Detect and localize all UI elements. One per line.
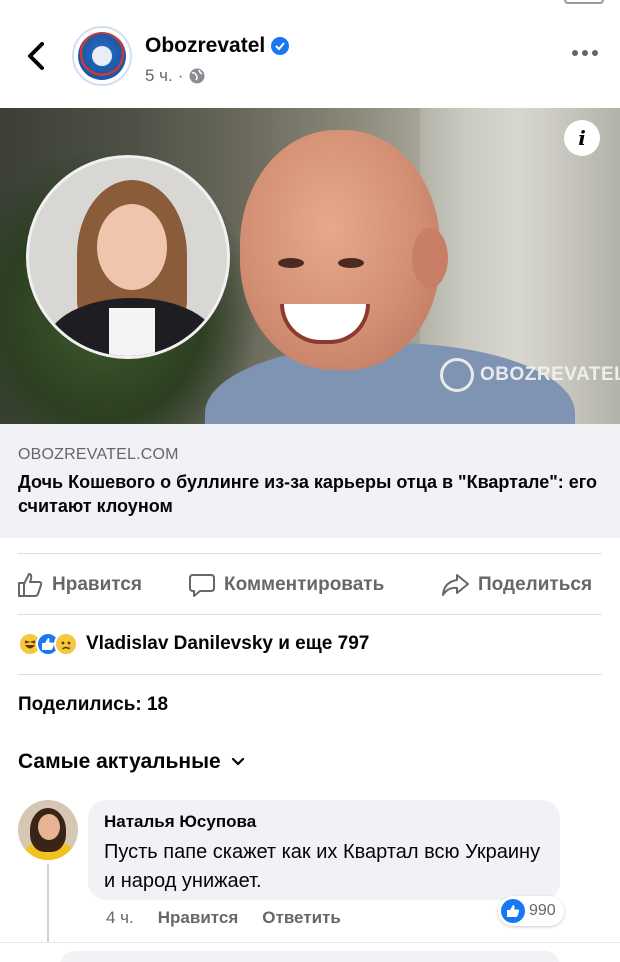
watermark: OBOZREVATEL — [440, 358, 620, 392]
divider — [18, 553, 602, 554]
comment-text: Пусть папе скажет как их Квартал всю Укр… — [104, 841, 541, 892]
girl-face — [97, 204, 167, 290]
info-icon: i — [578, 126, 586, 150]
dot-icon — [572, 50, 578, 56]
comment-author[interactable]: Наталья Юсупова — [104, 812, 544, 832]
post-meta: 5 ч. · — [145, 66, 206, 86]
link-preview[interactable]: OBOZREVATEL.COM Дочь Кошевого о буллинге… — [0, 424, 620, 538]
comment-icon — [189, 574, 215, 597]
thread-line — [47, 864, 49, 944]
girl-inset-photo — [26, 155, 230, 359]
verified-badge-icon — [271, 37, 290, 55]
back-button[interactable] — [20, 38, 52, 74]
meta-separator: · — [177, 66, 184, 85]
dot-icon — [582, 50, 588, 56]
like-label: Нравится — [52, 574, 142, 595]
reaction-icons — [18, 632, 78, 656]
status-bar — [0, 0, 620, 8]
sort-label: Самые актуальные — [18, 750, 221, 773]
comment-reply-button[interactable]: Ответить — [262, 908, 341, 928]
battery-icon — [564, 0, 604, 4]
man-eye — [278, 258, 304, 268]
divider — [18, 674, 602, 675]
obozrevatel-logo — [78, 32, 126, 80]
thumbs-up-icon — [18, 573, 43, 597]
page-name-row: Obozrevatel — [145, 34, 290, 58]
comment-bubble[interactable]: Наталья Юсупова Пусть папе скажет как их… — [88, 800, 560, 900]
shares-count[interactable]: Поделились: 18 — [18, 694, 168, 716]
chevron-down-icon — [231, 757, 244, 766]
more-options-button[interactable] — [572, 50, 598, 56]
like-icon — [501, 899, 525, 923]
comment-composer-bar — [0, 942, 620, 962]
post-header: Obozrevatel 5 ч. · — [0, 20, 620, 100]
info-button[interactable]: i — [564, 120, 600, 156]
like-button[interactable]: Нравится — [16, 571, 142, 599]
comment-sort-dropdown[interactable]: Самые актуальные — [18, 750, 245, 774]
girl-shirt — [109, 308, 155, 356]
comment-reaction-count: 990 — [529, 902, 556, 919]
comment-time[interactable]: 4 ч. — [106, 908, 134, 928]
action-bar: Нравится Комментировать Поделиться — [0, 560, 620, 610]
sad-icon — [54, 632, 78, 656]
post-time[interactable]: 5 ч. — [145, 66, 173, 86]
divider — [18, 614, 602, 615]
comment-like-button[interactable]: Нравится — [158, 908, 239, 928]
page-name[interactable]: Obozrevatel — [145, 34, 265, 58]
chevron-left-icon — [28, 42, 44, 70]
share-arrow-icon — [442, 574, 469, 596]
comment: Наталья Юсупова Пусть папе скажет как их… — [18, 798, 602, 944]
globe-icon — [189, 68, 205, 84]
avatar-face — [38, 814, 60, 840]
comment-input[interactable] — [60, 951, 560, 962]
share-button[interactable]: Поделиться — [440, 571, 592, 599]
man-eye — [338, 258, 364, 268]
man-ear — [412, 228, 448, 288]
comment-button[interactable]: Комментировать — [188, 571, 384, 599]
post-image[interactable]: i OBOZREVATEL — [0, 108, 620, 424]
reactions-text: Vladislav Danilevsky и еще 797 — [86, 633, 370, 654]
link-title: Дочь Кошевого о буллинге из-за карьеры о… — [18, 472, 598, 516]
watermark-logo-icon — [440, 358, 474, 392]
page-avatar[interactable] — [72, 26, 132, 86]
watermark-text: OBOZREVATEL — [480, 364, 620, 385]
comment-reactions[interactable]: 990 — [498, 896, 564, 926]
commenter-avatar[interactable] — [18, 800, 78, 860]
link-domain: OBOZREVATEL.COM — [18, 446, 179, 463]
comment-label: Комментировать — [224, 574, 385, 595]
post-page: Obozrevatel 5 ч. · i OBOZREVATEL OBOZREV… — [0, 0, 620, 962]
comment-meta: 4 ч. Нравится Ответить — [106, 908, 341, 928]
reactions-summary[interactable]: Vladislav Danilevsky и еще 797 — [18, 628, 369, 660]
dot-icon — [592, 50, 598, 56]
share-label: Поделиться — [478, 574, 593, 595]
